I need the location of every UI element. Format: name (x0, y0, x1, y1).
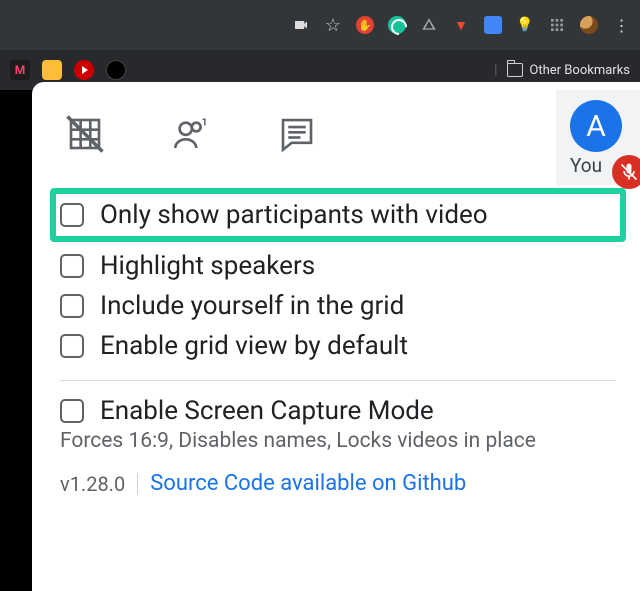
browser-toolbar: ☆ ✋ ▼ 💡 ⋮ (0, 0, 640, 50)
divider (60, 380, 616, 381)
grammarly-icon[interactable] (388, 16, 406, 34)
other-bookmarks-label: Other Bookmarks (529, 63, 630, 78)
overflow-menu-icon[interactable]: ⋮ (612, 16, 630, 34)
apps-grid-icon[interactable] (548, 16, 566, 34)
option-label: Highlight speakers (100, 251, 315, 281)
version-label: v1.28.0 (60, 472, 125, 496)
option-screen-capture[interactable]: Enable Screen Capture Mode (60, 391, 616, 431)
camera-icon[interactable] (292, 16, 310, 34)
bookmark-dark-icon[interactable] (106, 60, 126, 80)
bookmark-youtube-icon[interactable] (74, 60, 94, 80)
divider (137, 473, 138, 495)
bookmark-ext-icon[interactable] (484, 16, 502, 34)
option-highlight-speakers[interactable]: Highlight speakers (60, 246, 616, 286)
option-include-self[interactable]: Include yourself in the grid (60, 286, 616, 326)
lightbulb-icon[interactable]: 💡 (516, 16, 534, 34)
adblock-icon[interactable]: ✋ (356, 16, 374, 34)
people-tab[interactable]: 1 (138, 104, 244, 164)
checkbox[interactable] (60, 294, 84, 318)
bookmark-myntra-icon[interactable]: M (10, 60, 30, 80)
avatar-letter: A (586, 109, 606, 144)
source-code-link[interactable]: Source Code available on Github (150, 471, 466, 496)
checkbox[interactable] (60, 203, 84, 227)
star-icon[interactable]: ☆ (324, 16, 342, 34)
folder-icon (507, 63, 523, 77)
option-label: Include yourself in the grid (100, 291, 404, 321)
brave-icon[interactable]: ▼ (452, 16, 470, 34)
other-bookmarks-button[interactable]: | Other Bookmarks (494, 63, 630, 78)
divider: | (494, 63, 497, 78)
grid-view-panel: 1 A You Only show participants with vide… (32, 82, 640, 591)
bookmark-yellow-icon[interactable] (42, 60, 62, 80)
checkbox[interactable] (60, 399, 84, 423)
panel-footer: v1.28.0 Source Code available on Github (60, 471, 616, 496)
option-label: Enable grid view by default (100, 331, 408, 361)
option-enable-default[interactable]: Enable grid view by default (60, 326, 616, 366)
checkbox[interactable] (60, 334, 84, 358)
mic-muted-icon[interactable] (612, 155, 640, 189)
self-tile[interactable]: A You (556, 90, 640, 185)
chat-tab[interactable] (244, 104, 350, 164)
profile-avatar-icon[interactable] (580, 16, 598, 34)
checkbox[interactable] (60, 254, 84, 278)
option-subtext: Forces 16:9, Disables names, Locks video… (60, 429, 616, 453)
option-label: Only show participants with video (100, 200, 488, 230)
option-only-show-video[interactable]: Only show participants with video (50, 188, 626, 242)
panel-tabs: 1 A You (32, 90, 640, 178)
svg-text:1: 1 (202, 115, 208, 128)
avatar: A (570, 100, 622, 152)
grid-off-tab[interactable] (32, 104, 138, 164)
drive-icon[interactable] (420, 16, 438, 34)
you-label: You (570, 154, 602, 177)
option-label: Enable Screen Capture Mode (100, 396, 434, 426)
